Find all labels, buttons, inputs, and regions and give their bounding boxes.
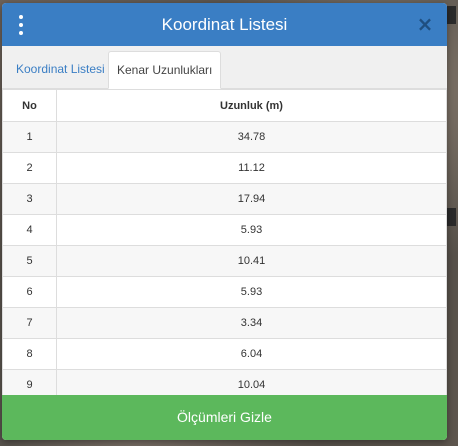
row-length: 10.41: [56, 245, 447, 277]
table-row: 5 10.41: [2, 245, 447, 277]
table-row: 2 11.12: [2, 152, 447, 184]
row-number: 1: [2, 121, 57, 153]
tab-bar: Koordinat Listesi Kenar Uzunlukları: [2, 46, 447, 89]
modal-header: Koordinat Listesi ×: [2, 3, 447, 46]
vertical-ellipsis-icon[interactable]: [16, 15, 26, 35]
row-number: 8: [2, 338, 57, 370]
hide-measurements-button[interactable]: Ölçümleri Gizle: [2, 395, 447, 440]
row-length: 11.12: [56, 152, 447, 184]
row-number: 6: [2, 276, 57, 308]
table-row: 8 6.04: [2, 338, 447, 370]
tab-edge-lengths[interactable]: Kenar Uzunlukları: [108, 51, 222, 89]
map-fragment: [446, 208, 456, 226]
row-number: 2: [2, 152, 57, 184]
table-row: 7 3.34: [2, 307, 447, 339]
row-number: 3: [2, 183, 57, 215]
edge-length-table: No Uzunluk (m) 1 34.78 2 11.12 3 17.94 4…: [2, 89, 447, 401]
edge-length-table-container: No Uzunluk (m) 1 34.78 2 11.12 3 17.94 4…: [2, 89, 447, 401]
row-length: 5.93: [56, 276, 447, 308]
table-row: 4 5.93: [2, 214, 447, 246]
row-number: 4: [2, 214, 57, 246]
coordinate-list-modal: Koordinat Listesi × Koordinat Listesi Ke…: [2, 3, 447, 440]
row-length: 5.93: [56, 214, 447, 246]
row-length: 3.34: [56, 307, 447, 339]
row-length: 34.78: [56, 121, 447, 153]
table-header-row: No Uzunluk (m): [2, 89, 447, 122]
map-fragment: [446, 6, 456, 24]
table-row: 6 5.93: [2, 276, 447, 308]
row-length: 6.04: [56, 338, 447, 370]
tab-coordinate-list[interactable]: Koordinat Listesi: [10, 51, 111, 88]
row-length: 17.94: [56, 183, 447, 215]
column-header-no: No: [2, 89, 57, 122]
close-icon[interactable]: ×: [415, 13, 435, 35]
column-header-length: Uzunluk (m): [56, 89, 447, 122]
row-number: 5: [2, 245, 57, 277]
table-row: 3 17.94: [2, 183, 447, 215]
row-number: 7: [2, 307, 57, 339]
table-row: 1 34.78: [2, 121, 447, 153]
modal-title: Koordinat Listesi: [161, 14, 288, 34]
